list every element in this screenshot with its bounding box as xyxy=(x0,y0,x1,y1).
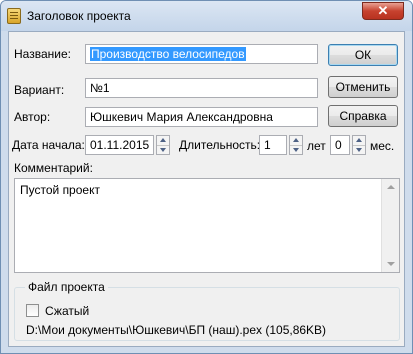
cancel-button[interactable]: Отменить xyxy=(328,76,398,98)
comment-text: Пустой проект xyxy=(20,183,100,197)
start-date-spinner[interactable] xyxy=(156,135,170,155)
compressed-label[interactable]: Сжатый xyxy=(45,304,89,318)
spin-up-icon[interactable] xyxy=(290,136,302,146)
author-label: Автор: xyxy=(14,110,51,124)
name-label: Название: xyxy=(14,47,71,61)
title-bar[interactable]: Заголовок проекта ✕ xyxy=(1,1,412,31)
spin-down-icon[interactable] xyxy=(157,146,169,155)
author-field[interactable]: Юшкевич Мария Александровна xyxy=(85,107,318,127)
comment-textarea[interactable]: Пустой проект xyxy=(14,178,400,273)
spin-up-icon[interactable] xyxy=(157,136,169,146)
months-spinner[interactable] xyxy=(352,135,366,155)
start-date-field[interactable]: 01.11.2015 xyxy=(85,135,154,155)
comment-scrollbar[interactable] xyxy=(381,179,399,272)
scroll-up-icon[interactable] xyxy=(382,179,398,195)
name-value: Производство велосипедов xyxy=(90,47,246,61)
spin-up-icon[interactable] xyxy=(353,136,365,146)
start-date-label: Дата начала: xyxy=(12,138,85,152)
close-button[interactable]: ✕ xyxy=(362,2,404,20)
project-file-group: Файл проекта Сжатый D:\Мои документы\Юшк… xyxy=(14,280,400,341)
years-spinner[interactable] xyxy=(289,135,303,155)
years-unit: лет xyxy=(307,139,326,153)
help-button[interactable]: Справка xyxy=(328,105,398,127)
months-field[interactable]: 0 xyxy=(330,135,350,155)
years-field[interactable]: 1 xyxy=(259,135,287,155)
months-unit: мес. xyxy=(370,139,395,153)
scroll-down-icon[interactable] xyxy=(382,256,398,272)
dialog-body: Название: Производство велосипедов Вариа… xyxy=(8,31,405,347)
project-header-dialog: Заголовок проекта ✕ Название: Производст… xyxy=(0,0,413,354)
spin-down-icon[interactable] xyxy=(290,146,302,155)
duration-label: Длительность: xyxy=(179,138,261,152)
variant-label: Вариант: xyxy=(14,83,65,97)
comment-label: Комментарий: xyxy=(14,161,93,175)
variant-field[interactable]: №1 xyxy=(85,78,318,98)
name-field[interactable]: Производство велосипедов xyxy=(85,44,318,64)
file-path: D:\Мои документы\Юшкевич\БП (наш).pex (1… xyxy=(26,323,327,337)
ok-button[interactable]: ОК xyxy=(328,44,398,66)
compressed-checkbox[interactable] xyxy=(26,304,39,317)
project-file-title: Файл проекта xyxy=(25,280,108,294)
spin-down-icon[interactable] xyxy=(353,146,365,155)
dialog-title: Заголовок проекта xyxy=(27,9,131,23)
app-icon xyxy=(7,8,21,24)
